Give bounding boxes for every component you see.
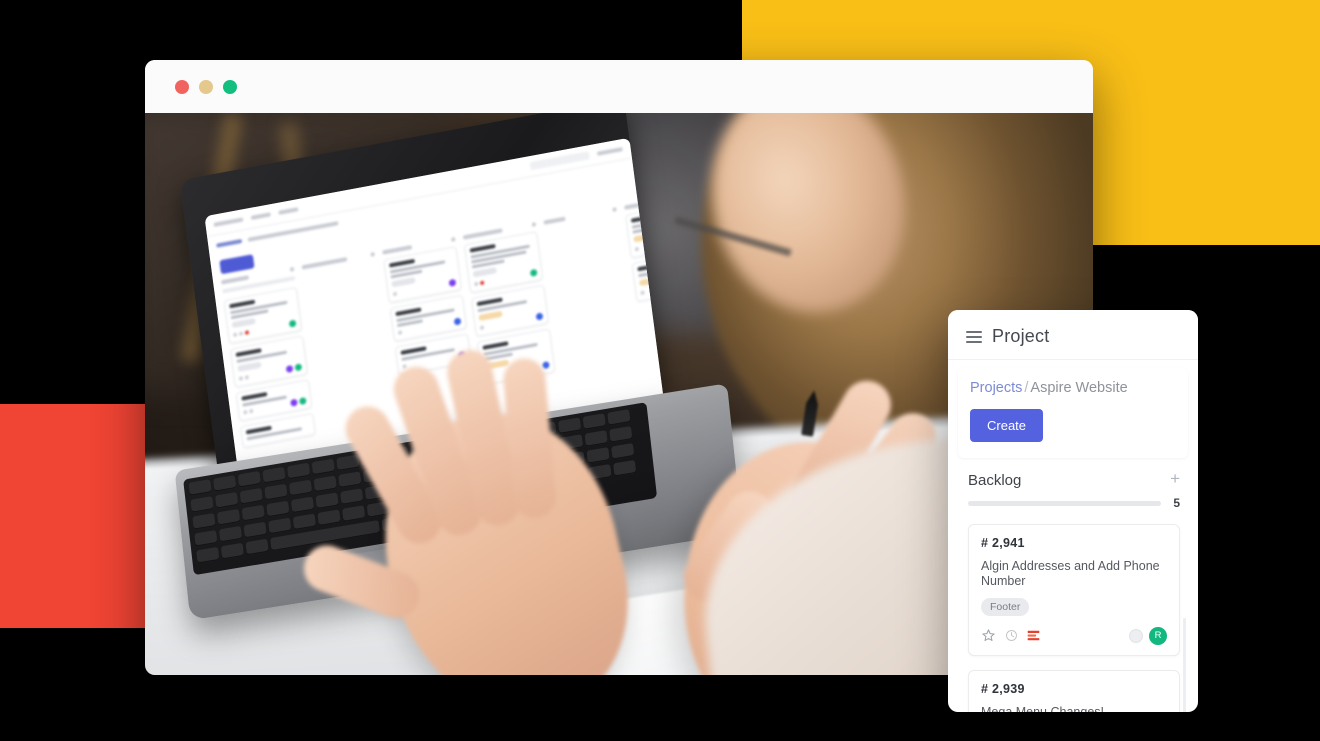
- breadcrumb-current: Aspire Website: [1030, 380, 1128, 396]
- board-card: [383, 246, 462, 304]
- avatar[interactable]: R: [1149, 626, 1167, 645]
- header-divider: [948, 359, 1198, 360]
- task-icon-group: [981, 628, 1040, 643]
- task-id: # 2,941: [981, 536, 1025, 550]
- board-column: [543, 207, 639, 393]
- task-tag: Footer: [981, 597, 1030, 616]
- board-card: [223, 286, 303, 345]
- task-assignees: R: [1129, 626, 1167, 645]
- board-column: [220, 266, 317, 453]
- backlog-list: Backlog + 5 # 2,941 Algin Addresses and …: [958, 468, 1188, 712]
- create-button[interactable]: Create: [970, 409, 1044, 442]
- task-card[interactable]: # 2,941 Algin Addresses and Add Phone Nu…: [968, 524, 1180, 656]
- priority-bars-icon[interactable]: [1027, 630, 1040, 642]
- unassigned-avatar[interactable]: [1129, 628, 1143, 643]
- backlog-header: Backlog +: [958, 468, 1188, 489]
- breadcrumb-root-link[interactable]: Projects: [970, 380, 1022, 396]
- project-panel: Project Projects / Aspire Website Create B…: [948, 310, 1198, 712]
- star-icon[interactable]: [981, 628, 996, 643]
- minimize-dot-icon[interactable]: [199, 79, 213, 94]
- breadcrumb-card: Projects / Aspire Website Create: [958, 368, 1188, 458]
- panel-scrollbar[interactable]: [1183, 618, 1186, 712]
- browser-titlebar: [145, 60, 1093, 113]
- breadcrumb: Projects / Aspire Website: [970, 380, 1176, 396]
- breadcrumb-separator: /: [1024, 380, 1029, 396]
- hamburger-icon[interactable]: [966, 330, 982, 343]
- close-dot-icon[interactable]: [175, 79, 189, 94]
- clock-icon[interactable]: [1005, 629, 1018, 642]
- task-footer: R: [981, 626, 1167, 645]
- task-id: # 2,939: [981, 681, 1025, 696]
- maximize-dot-icon[interactable]: [223, 79, 237, 94]
- board-card: [464, 231, 544, 294]
- backlog-title: Backlog: [968, 472, 1022, 489]
- backlog-count: 5: [1173, 496, 1180, 510]
- task-title: Mega Menu Changes!: [981, 704, 1104, 713]
- board-card: [471, 284, 549, 337]
- red-decor-block: [0, 404, 145, 628]
- plus-icon[interactable]: +: [1170, 470, 1180, 487]
- panel-header: Project: [948, 310, 1198, 359]
- task-title: Algin Addresses and Add Phone Number: [981, 559, 1160, 588]
- board-column: [301, 252, 398, 438]
- backlog-meter-row: 5: [958, 489, 1188, 510]
- backlog-progress-bar: [968, 500, 1162, 506]
- task-card[interactable]: # 2,939 Mega Menu Changes! Mega Menu: [968, 669, 1180, 713]
- board-card: [229, 335, 308, 388]
- page-title: Project: [992, 326, 1050, 346]
